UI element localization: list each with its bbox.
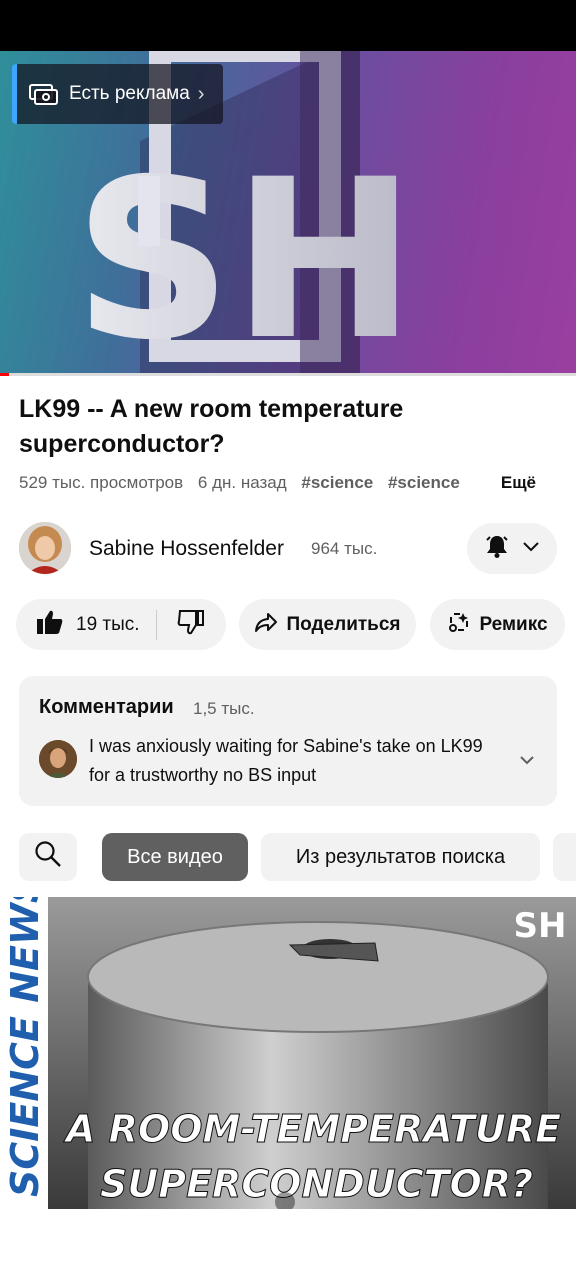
video-title[interactable]: LK99 -- A new room temperature supercond… <box>19 392 559 462</box>
thumbnail-headline-1: A ROOM-TEMPERATURE <box>63 1107 561 1151</box>
like-count: 19 тыс. <box>76 613 140 635</box>
ad-info-button[interactable]: Есть реклама › <box>12 64 223 124</box>
search-icon <box>34 840 62 874</box>
status-bar <box>0 0 576 51</box>
thumbs-up-icon <box>36 609 64 640</box>
channel-avatar[interactable] <box>19 522 71 574</box>
subscriber-count: 964 тыс. <box>311 539 378 558</box>
chevron-down-icon <box>522 540 540 558</box>
progress-fill <box>0 373 9 376</box>
chip-from-search-results[interactable]: Из результатов поиска <box>261 833 540 881</box>
channel-name[interactable]: Sabine Hossenfelder <box>89 537 284 561</box>
commenter-avatar <box>39 740 77 778</box>
video-meta[interactable]: 529 тыс. просмотров 6 дн. назад #science… <box>19 473 576 497</box>
chip-all-videos[interactable]: Все видео <box>102 833 248 881</box>
like-button[interactable]: 19 тыс. <box>16 599 140 650</box>
thumbs-down-icon <box>177 609 205 640</box>
ad-cash-icon <box>27 79 61 109</box>
hashtag[interactable]: #science <box>388 473 460 492</box>
video-progress-bar[interactable] <box>0 373 576 376</box>
thumbnail-headline-2: SUPERCONDUCTOR? <box>100 1162 533 1206</box>
bell-icon <box>484 533 510 564</box>
search-chip[interactable] <box>19 833 77 881</box>
comments-title: Комментарии <box>39 696 174 718</box>
hashtag[interactable]: #science <box>301 473 373 492</box>
comments-count: 1,5 тыс. <box>193 699 255 718</box>
view-count: 529 тыс. просмотров <box>19 473 184 492</box>
ad-label: Есть реклама <box>69 83 190 104</box>
upload-age: 6 дн. назад <box>197 473 287 492</box>
science-news-label: SCIENCE NEWS <box>3 897 47 1197</box>
share-label: Поделиться <box>286 613 401 635</box>
chip-more[interactable] <box>553 833 576 881</box>
like-dislike-group: 19 тыс. <box>16 599 226 650</box>
sh-logo: SH <box>514 906 567 946</box>
top-comment-text: I was anxiously waiting for Sabine's tak… <box>89 736 483 785</box>
chevron-right-icon: › <box>197 82 205 105</box>
remix-icon <box>447 610 471 639</box>
chevron-down-icon[interactable] <box>519 752 535 770</box>
next-video-thumbnail[interactable]: SCIENCE NEWS SH A ROOM-TEMPERATURE SUPER… <box>0 897 576 1209</box>
remix-label: Ремикс <box>479 613 548 635</box>
remix-button[interactable]: Ремикс <box>430 599 565 650</box>
filter-chip-row: Все видео Из результатов поиска <box>0 833 576 881</box>
share-button[interactable]: Поделиться <box>239 599 416 650</box>
more-button[interactable]: Ещё <box>460 473 536 493</box>
dislike-button[interactable] <box>157 599 226 650</box>
comments-card[interactable]: Комментарии 1,5 тыс. I was anxiously wai… <box>19 676 557 806</box>
share-icon <box>254 611 278 638</box>
notifications-button[interactable] <box>467 523 557 574</box>
sh-watermark: SH <box>74 132 417 373</box>
video-player[interactable]: SH Есть реклама › <box>0 51 576 373</box>
